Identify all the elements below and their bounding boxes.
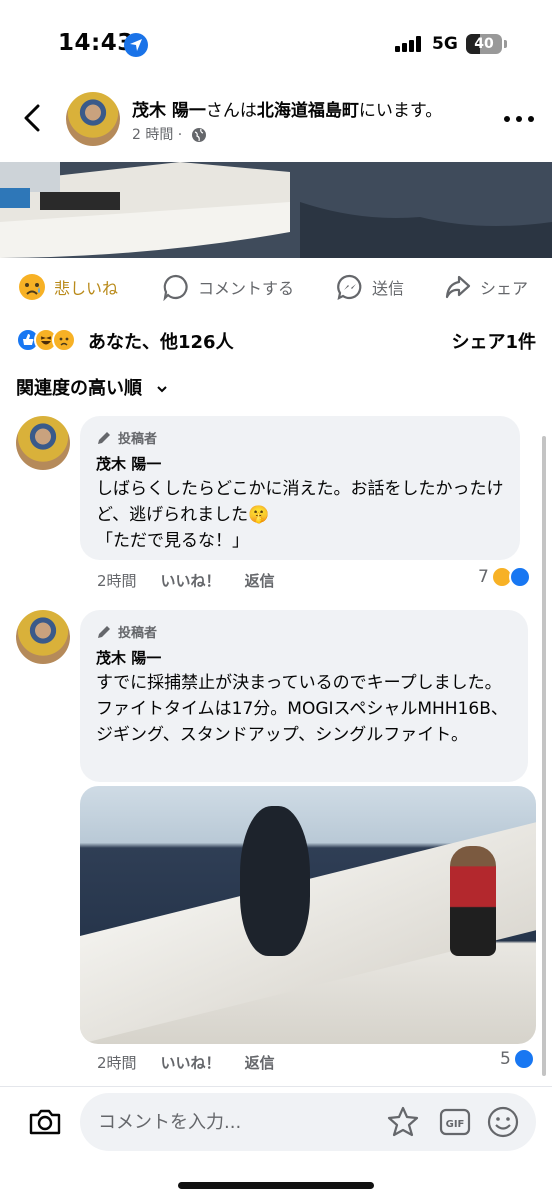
status-time: 14:43 [58, 30, 134, 56]
reply-button[interactable]: 返信 [245, 570, 275, 591]
reactions-count[interactable]: あなた、他126人 [88, 328, 234, 354]
comment-avatar[interactable] [16, 610, 70, 664]
sad-reaction-label: 悲しいね [54, 279, 119, 298]
shares-count[interactable]: シェア1件 [451, 328, 536, 354]
chevron-left-icon [24, 104, 40, 132]
comment-composer: GIF [0, 1086, 552, 1200]
cellular-signal-icon [395, 36, 423, 52]
comment-author-name[interactable]: 茂木 陽一 [96, 647, 512, 668]
camera-button[interactable] [26, 1103, 64, 1141]
reply-button[interactable]: 返信 [245, 1052, 275, 1073]
comment-actions: 2時間 いいね！ 返信 [97, 1052, 299, 1073]
share-icon [445, 275, 471, 299]
comment-author-name[interactable]: 茂木 陽一 [96, 453, 504, 474]
emoji-button[interactable] [486, 1105, 520, 1139]
author-avatar[interactable] [66, 92, 120, 146]
chevron-down-icon [157, 386, 167, 393]
author-name[interactable]: 茂木 陽一 [132, 101, 206, 121]
author-badge-label: 投稿者 [118, 432, 158, 447]
send-button[interactable]: 送信 [336, 272, 404, 302]
comment-text: しばらくしたらどこかに消えた。お話をしたかったけど、逃げられました🤫 「ただで見… [96, 479, 504, 551]
avatar-sticker-button[interactable] [386, 1105, 420, 1139]
comment-reaction-count: 5 [500, 1049, 511, 1069]
battery-tip [504, 40, 507, 48]
author-badge: 投稿者 [96, 622, 512, 641]
battery-level: 40 [474, 36, 494, 52]
scrollbar[interactable] [542, 436, 546, 1076]
comment-bubble[interactable]: 投稿者 茂木 陽一 すでに採捕禁止が決まっているのでキープしました。ファイトタイ… [80, 610, 528, 782]
messenger-icon [337, 274, 362, 300]
emoji-icon [487, 1106, 519, 1138]
battery-icon: 40 [466, 34, 502, 54]
like-reaction-icon [508, 566, 531, 588]
post-time: 2 時間 · [132, 127, 183, 143]
comment-icon [163, 274, 188, 301]
comment-reactions[interactable]: 5 [500, 1048, 535, 1070]
globe-icon [191, 128, 206, 142]
comment-reactions[interactable]: 7 [478, 566, 531, 588]
back-button[interactable] [18, 98, 48, 138]
pen-icon [98, 431, 110, 444]
comment-button[interactable]: コメントする [162, 272, 294, 302]
photo-tuna [240, 806, 310, 956]
like-comment-button[interactable]: いいね！ [161, 570, 221, 591]
post-image[interactable] [0, 162, 552, 258]
post-title: 茂木 陽一さんは北海道福島町にいます。 [132, 96, 442, 121]
share-label: シェア [480, 279, 529, 298]
gif-icon: GIF [439, 1108, 471, 1136]
comment-reaction-count: 7 [478, 567, 489, 587]
more-options-button[interactable] [502, 114, 536, 124]
photo-angler [450, 846, 496, 956]
comment-actions: 2時間 いいね！ 返信 [97, 570, 299, 591]
camera-icon [29, 1109, 61, 1135]
comment-label: コメントする [198, 279, 295, 298]
action-bar: 悲しいね コメントする 送信 シェア [0, 262, 552, 312]
comment-bubble[interactable]: 投稿者 茂木 陽一 しばらくしたらどこかに消えた。お話をしたかったけど、逃げられ… [80, 416, 520, 560]
like-reaction-icon [512, 1048, 535, 1070]
boat-image [0, 162, 552, 258]
comment-time: 2時間 [97, 572, 137, 590]
post-meta: 2 時間 · [132, 124, 207, 144]
post-header: 茂木 陽一さんは北海道福島町にいます。 2 時間 · [0, 84, 552, 162]
comment-sort-dropdown[interactable]: 関連度の高い順 [16, 374, 168, 400]
gif-button[interactable]: GIF [438, 1105, 472, 1139]
home-indicator [178, 1182, 374, 1189]
sad-reaction-icon [19, 274, 45, 300]
title-tail: にいます。 [358, 101, 443, 121]
author-badge: 投稿者 [96, 428, 504, 447]
author-badge-label: 投稿者 [118, 626, 158, 641]
sort-label: 関連度の高い順 [16, 378, 142, 399]
like-comment-button[interactable]: いいね！ [161, 1052, 221, 1073]
sticker-icon [387, 1106, 419, 1137]
status-bar: 14:43 5G 40 [0, 0, 552, 84]
share-button[interactable]: シェア [444, 272, 528, 302]
title-mid: さんは [205, 101, 257, 121]
comment-photo[interactable] [80, 786, 536, 1044]
sad-reaction-icon [52, 328, 76, 352]
comment-time: 2時間 [97, 1054, 137, 1072]
comment-text: すでに採捕禁止が決まっているのでキープしました。ファイトタイムは17分。MOGI… [96, 673, 508, 745]
location-arrow-icon [124, 33, 148, 57]
location-name[interactable]: 北海道福島町 [257, 101, 359, 121]
pen-icon [98, 625, 110, 638]
svg-text:GIF: GIF [446, 1119, 465, 1130]
send-label: 送信 [372, 279, 405, 298]
sad-reaction-button[interactable]: 悲しいね [18, 272, 118, 302]
network-type: 5G [432, 34, 458, 54]
reaction-icons [16, 328, 86, 352]
comment-avatar[interactable] [16, 416, 70, 470]
reactions-summary[interactable]: あなた、他126人 シェア1件 [16, 322, 536, 358]
